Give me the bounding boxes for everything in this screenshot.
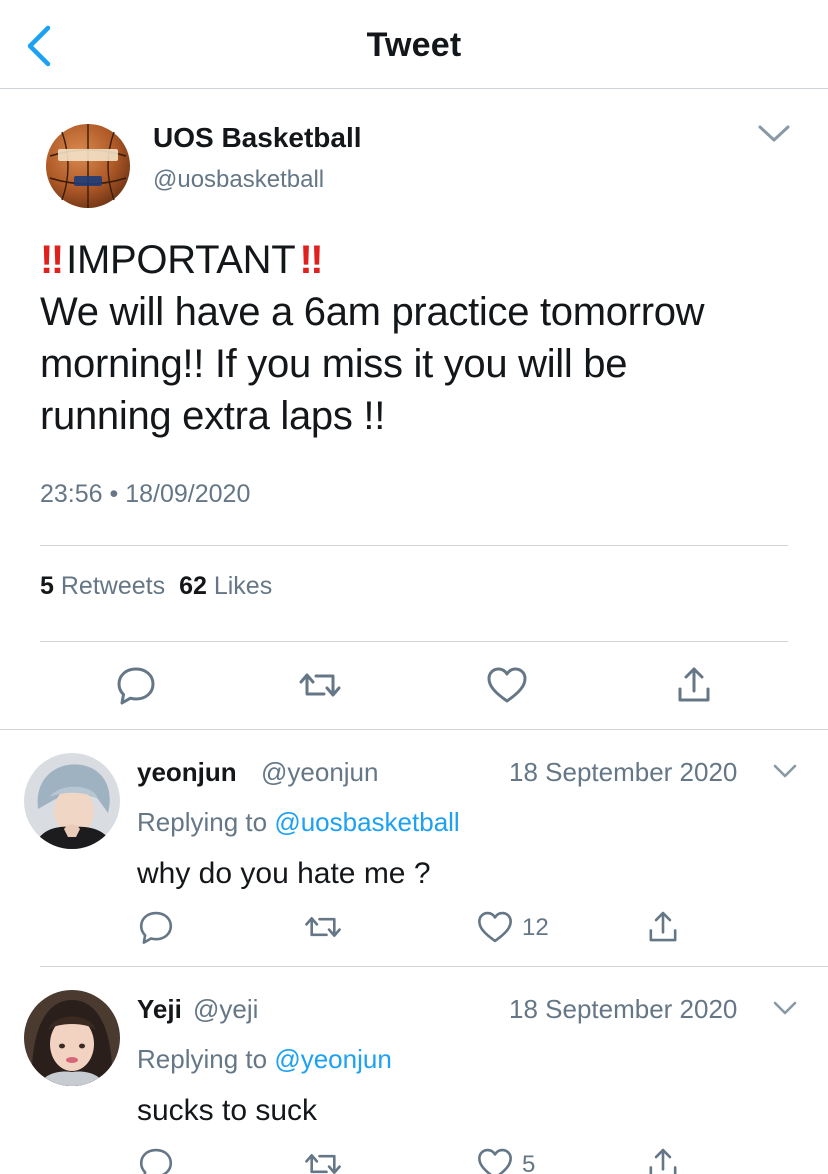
retweet-icon: [299, 673, 341, 697]
replying-prefix: Replying to: [137, 807, 268, 837]
share-icon: [649, 911, 677, 942]
tweet-stats: 5 Retweets 62 Likes: [40, 572, 272, 601]
reply-date: 18 September 2020: [509, 757, 738, 787]
retweets-stat[interactable]: 5 Retweets: [40, 572, 165, 600]
likes-stat[interactable]: 62 Likes: [179, 572, 272, 600]
mention-link[interactable]: @uosbasketball: [274, 807, 459, 837]
chevron-down-icon: [758, 125, 790, 142]
tweet-headline: ‼ IMPORTANT ‼: [40, 234, 800, 286]
comment-icon: [139, 1148, 173, 1174]
reply-author-name[interactable]: yeonjun: [137, 757, 237, 788]
retweets-label: Retweets: [60, 572, 166, 600]
like-button[interactable]: [484, 662, 530, 708]
replying-to: Replying to @yeonjun: [137, 1044, 392, 1075]
tweet-line: morning!! If you miss it you will be: [40, 342, 628, 386]
heart-icon: [478, 911, 512, 943]
tweet-line: We will have a 6am practice tomorrow: [40, 290, 705, 334]
meta-separator: •: [109, 480, 119, 508]
like-button[interactable]: [475, 907, 515, 947]
retweets-count: 5: [40, 572, 54, 600]
tweet-line: running extra laps !!: [40, 394, 386, 438]
tweet-text: ‼ IMPORTANT ‼ We will have a 6am practice …: [40, 234, 800, 442]
retweet-icon: [305, 917, 341, 937]
share-button[interactable]: [643, 907, 683, 947]
reply-author-name[interactable]: Yeji: [137, 994, 182, 1025]
likes-label: Likes: [213, 572, 273, 600]
reply-button[interactable]: [136, 1144, 176, 1174]
like-count: 12: [522, 914, 549, 941]
reply-author-handle[interactable]: @yeonjun: [261, 757, 378, 788]
author-handle[interactable]: @uosbasketball: [153, 166, 324, 194]
chevron-down-icon: [773, 764, 797, 778]
divider: [40, 966, 828, 967]
avatar[interactable]: [24, 753, 120, 849]
heart-icon: [478, 1148, 512, 1174]
divider: [40, 545, 788, 546]
like-button[interactable]: [475, 1144, 515, 1174]
share-icon: [649, 1148, 677, 1174]
divider: [40, 641, 788, 642]
tweet-time: 23:56: [40, 480, 103, 508]
chevron-down-icon: [773, 1001, 797, 1015]
basketball-icon: [44, 122, 132, 210]
top-bar: Tweet: [0, 0, 828, 89]
share-button[interactable]: [643, 1144, 683, 1174]
reply-button[interactable]: [113, 662, 159, 708]
likes-count: 62: [179, 572, 207, 600]
reply-text: sucks to suck: [137, 1094, 318, 1127]
like-count: 5: [522, 1151, 536, 1174]
heart-icon: [487, 667, 527, 703]
reply-author-handle[interactable]: @yeji: [193, 994, 258, 1025]
retweet-icon: [305, 1154, 341, 1174]
retweet-button[interactable]: [303, 1144, 343, 1174]
replying-prefix: Replying to: [137, 1044, 268, 1074]
tweet-date: 18/09/2020: [125, 480, 251, 508]
user-avatar-icon: [24, 990, 120, 1086]
share-icon: [678, 667, 710, 702]
tweet-menu-button[interactable]: [756, 122, 792, 146]
reply-menu-button[interactable]: [772, 762, 798, 780]
comment-icon: [139, 911, 173, 944]
divider: [0, 729, 828, 730]
reply-date: 18 September 2020: [509, 994, 738, 1024]
comment-icon: [117, 667, 155, 705]
retweet-button[interactable]: [303, 907, 343, 947]
replying-to: Replying to @uosbasketball: [137, 807, 460, 838]
avatar[interactable]: [44, 122, 132, 210]
headline-text: IMPORTANT: [66, 238, 296, 282]
avatar[interactable]: [24, 990, 120, 1086]
mention-link[interactable]: @yeonjun: [274, 1044, 391, 1074]
reply-button[interactable]: [136, 907, 176, 947]
tweet-timestamp: 23:56 • 18/09/2020: [40, 480, 250, 509]
retweet-button[interactable]: [297, 662, 343, 708]
double-exclamation-emoji: ‼: [40, 238, 64, 282]
share-button[interactable]: [671, 662, 717, 708]
reply-text: why do you hate me ?: [137, 857, 431, 890]
double-exclamation-emoji: ‼: [299, 238, 323, 282]
page-title: Tweet: [366, 26, 462, 64]
reply-menu-button[interactable]: [772, 999, 798, 1017]
author-name[interactable]: UOS Basketball: [153, 122, 362, 154]
user-avatar-icon: [24, 753, 120, 849]
